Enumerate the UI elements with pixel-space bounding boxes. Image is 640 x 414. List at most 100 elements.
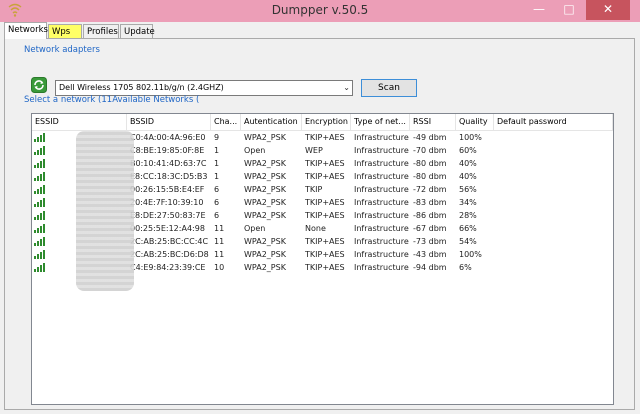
network-type-cell: Infrastructure — [354, 198, 409, 207]
tab-networks[interactable]: Networks — [4, 22, 48, 39]
encryption-cell: TKIP+AES — [305, 172, 345, 181]
default-password-cell — [494, 222, 613, 235]
bssid-cell: 00:26:15:5B:E4:EF — [130, 185, 205, 194]
refresh-icon[interactable] — [31, 77, 47, 93]
encryption-cell: TKIP+AES — [305, 237, 345, 246]
channel-cell: 11 — [214, 224, 225, 233]
authentication-cell: WPA2_PSK — [244, 250, 286, 259]
bssid-cell: E8:DE:27:50:83:7E — [130, 211, 206, 220]
authentication-cell: WPA2_PSK — [244, 237, 286, 246]
select-network-label: Select a network (11Available Networks ( — [24, 95, 200, 105]
encryption-cell: TKIP+AES — [305, 159, 345, 168]
col-authentication-header[interactable]: Autentication — [241, 114, 302, 130]
quality-cell: 60% — [459, 146, 477, 155]
signal-icon — [34, 172, 48, 181]
quality-cell: 56% — [459, 185, 477, 194]
quality-cell: 66% — [459, 224, 477, 233]
default-password-cell — [494, 183, 613, 196]
default-password-cell — [494, 196, 613, 209]
default-password-cell — [494, 261, 613, 274]
network-type-cell: Infrastructure — [354, 211, 409, 220]
encryption-cell: TKIP — [305, 185, 323, 194]
authentication-cell: WPA2_PSK — [244, 211, 286, 220]
channel-cell: 1 — [214, 159, 220, 168]
network-adapter-select[interactable]: Dell Wireless 1705 802.11b/g/n (2.4GHZ) … — [55, 80, 353, 96]
col-network-type-header[interactable]: Type of net... — [351, 114, 410, 130]
tab-wps[interactable]: Wps — [48, 24, 82, 38]
encryption-cell: TKIP+AES — [305, 198, 345, 207]
authentication-cell: WPA2_PSK — [244, 133, 286, 142]
authentication-cell: WPA2_PSK — [244, 263, 286, 272]
rssi-cell: -80 dbm — [413, 172, 447, 181]
network-type-cell: Infrastructure — [354, 263, 409, 272]
encryption-cell: TKIP+AES — [305, 250, 345, 259]
col-quality-header[interactable]: Quality — [456, 114, 494, 130]
redacted-essid-area — [76, 131, 134, 291]
bssid-cell: E8:CC:18:3C:D5:B3 — [130, 172, 208, 181]
bssid-cell: 2C:AB:25:BC:D6:D8 — [130, 250, 209, 259]
maximize-button[interactable]: □ — [556, 0, 582, 20]
signal-icon — [34, 263, 48, 272]
channel-cell: 1 — [214, 146, 220, 155]
quality-cell: 28% — [459, 211, 477, 220]
network-type-cell: Infrastructure — [354, 146, 409, 155]
bssid-cell: B0:10:41:4D:63:7C — [130, 159, 207, 168]
channel-cell: 6 — [214, 185, 220, 194]
col-rssi-header[interactable]: RSSI — [410, 114, 456, 130]
close-button[interactable]: ✕ — [586, 0, 630, 20]
chevron-down-icon[interactable]: ⌄ — [343, 81, 350, 95]
bssid-cell: C4:E9:84:23:39:CE — [130, 263, 206, 272]
rssi-cell: -67 dbm — [413, 224, 447, 233]
rssi-cell: -73 dbm — [413, 237, 447, 246]
channel-cell: 10 — [214, 263, 225, 272]
scan-button[interactable]: Scan — [361, 79, 417, 97]
title-bar[interactable]: Dumpper v.50.5 — □ ✕ — [0, 0, 640, 22]
encryption-cell: TKIP+AES — [305, 263, 345, 272]
authentication-cell: Open — [244, 146, 266, 155]
default-password-cell — [494, 209, 613, 222]
channel-cell: 9 — [214, 133, 220, 142]
window-client: Network adapters Dell Wireless 1705 802.… — [0, 22, 640, 414]
network-type-cell: Infrastructure — [354, 133, 409, 142]
channel-cell: 1 — [214, 172, 220, 181]
signal-icon — [34, 133, 48, 142]
rssi-cell: -43 dbm — [413, 250, 447, 259]
signal-icon — [34, 185, 48, 194]
rssi-cell: -49 dbm — [413, 133, 447, 142]
quality-cell: 40% — [459, 172, 477, 181]
signal-icon — [34, 237, 48, 246]
encryption-cell: WEP — [305, 146, 323, 155]
network-type-cell: Infrastructure — [354, 159, 409, 168]
col-bssid-header[interactable]: BSSID — [127, 114, 211, 130]
tab-update[interactable]: Update — [120, 24, 155, 38]
quality-cell: 100% — [459, 250, 482, 259]
quality-cell: 54% — [459, 237, 477, 246]
network-type-cell: Infrastructure — [354, 172, 409, 181]
minimize-button[interactable]: — — [526, 0, 552, 20]
signal-icon — [34, 198, 48, 207]
signal-icon — [34, 250, 48, 259]
networks-list[interactable]: ESSID BSSID Cha... Autentication Encryption T… — [31, 113, 614, 405]
tab-panel-networks: Network adapters Dell Wireless 1705 802.… — [4, 38, 635, 410]
col-encryption-header[interactable]: Encryption — [302, 114, 351, 130]
tab-profiles[interactable]: Profiles — [83, 24, 119, 38]
bssid-cell: C0:4A:00:4A:96:E0 — [130, 133, 206, 142]
authentication-cell: WPA2_PSK — [244, 198, 286, 207]
network-adapters-label: Network adapters — [24, 45, 100, 55]
bssid-cell: C8:BE:19:85:0F:8E — [130, 146, 205, 155]
authentication-cell: Open — [244, 224, 266, 233]
authentication-cell: WPA2_PSK — [244, 159, 286, 168]
col-essid-header[interactable]: ESSID — [32, 114, 127, 130]
quality-cell: 100% — [459, 133, 482, 142]
quality-cell: 6% — [459, 263, 472, 272]
authentication-cell: WPA2_PSK — [244, 185, 286, 194]
col-default-password-header[interactable]: Default password — [494, 114, 613, 130]
network-type-cell: Infrastructure — [354, 250, 409, 259]
encryption-cell: None — [305, 224, 326, 233]
col-channel-header[interactable]: Cha... — [211, 114, 241, 130]
rssi-cell: -72 dbm — [413, 185, 447, 194]
default-password-cell — [494, 144, 613, 157]
encryption-cell: TKIP+AES — [305, 211, 345, 220]
network-type-cell: Infrastructure — [354, 224, 409, 233]
signal-icon — [34, 224, 48, 233]
